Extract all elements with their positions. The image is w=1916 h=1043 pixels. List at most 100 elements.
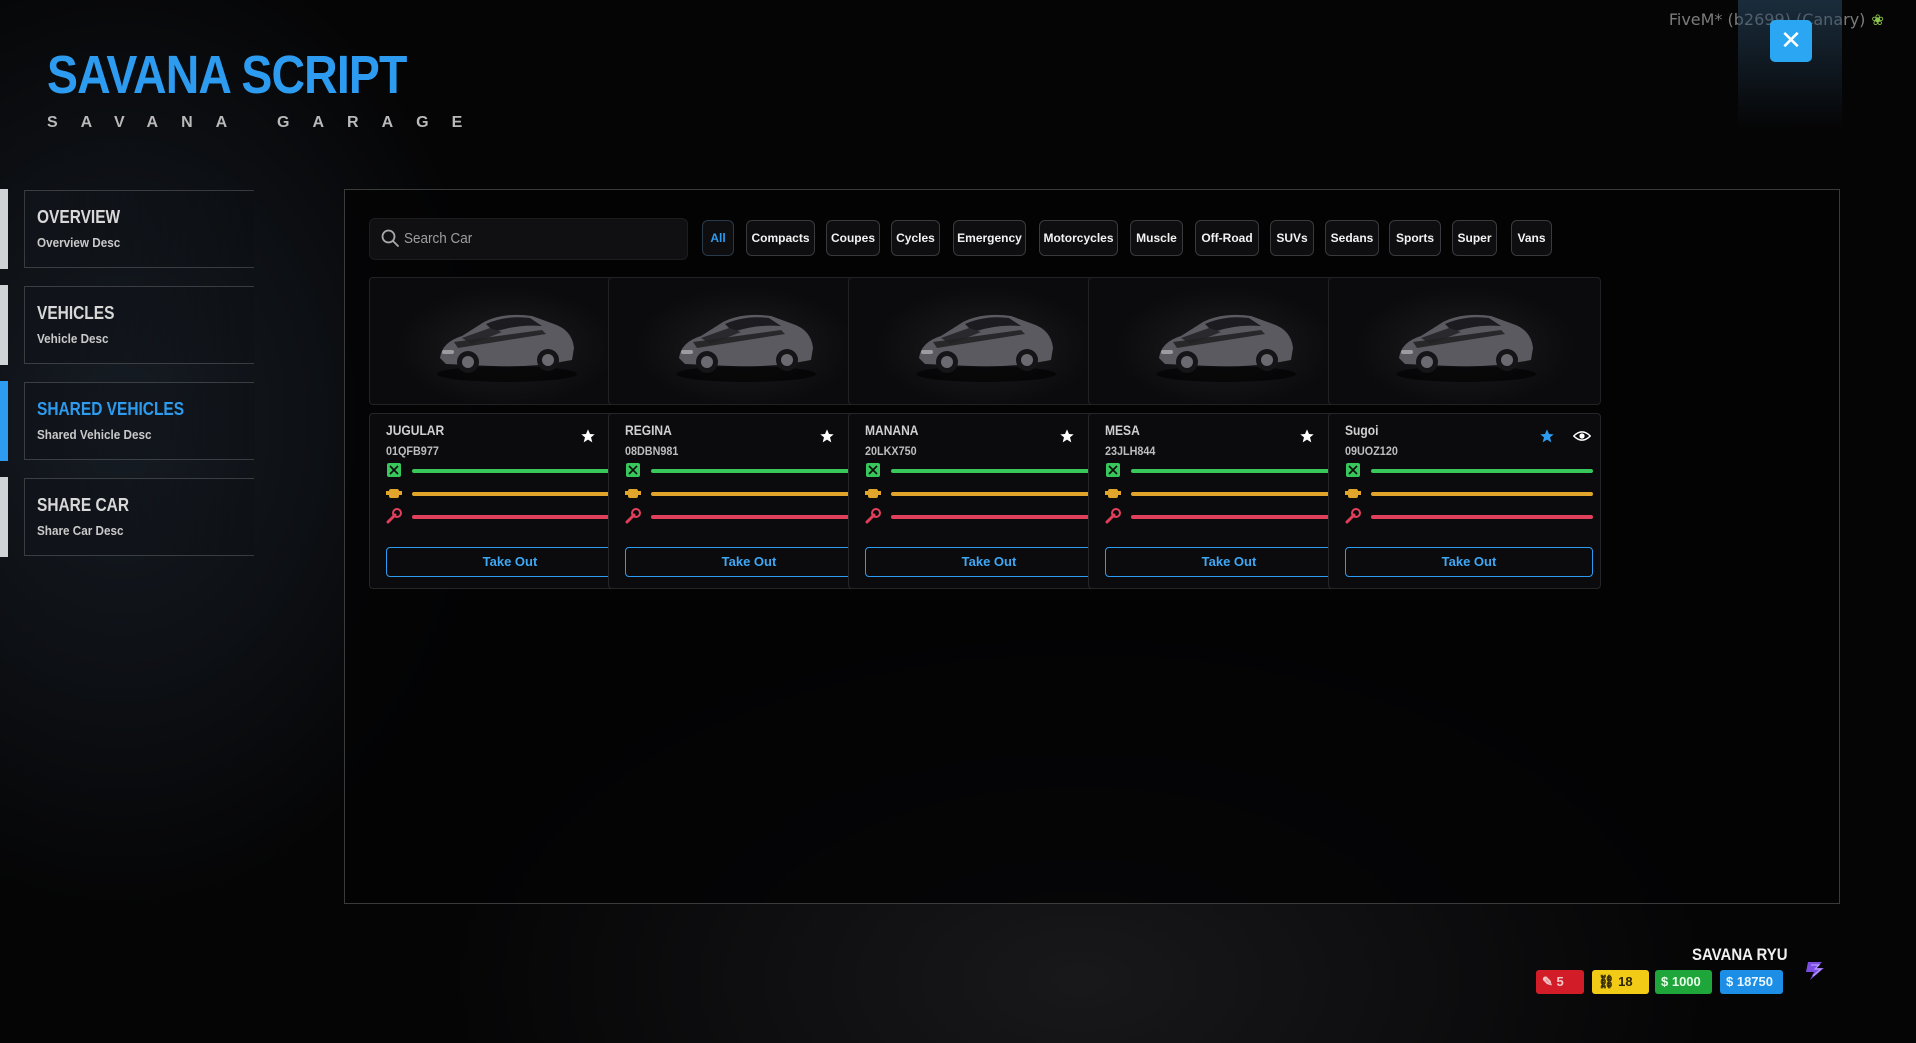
sidebar-item-desc: Overview Desc	[37, 235, 121, 250]
cars-count: 18	[1618, 974, 1633, 989]
cars-badge: ⛓ 18	[1592, 970, 1649, 994]
vehicle-card: REGINA 08DBN981 Take Out	[608, 413, 881, 589]
category-all[interactable]: All	[702, 220, 734, 256]
sidebar-item-title: SHARE CAR	[37, 495, 130, 515]
fuel-bar	[1131, 469, 1353, 473]
vehicle-image-card	[369, 277, 642, 405]
view-eye-icon[interactable]	[1573, 430, 1591, 442]
fuel-bar	[651, 469, 873, 473]
engine-icon	[625, 489, 641, 498]
search-input[interactable]: Search Car	[404, 230, 472, 247]
close-button[interactable]: ✕	[1770, 20, 1812, 62]
vehicle-plate: 23JLH844	[1105, 444, 1156, 458]
favorite-star-icon[interactable]	[1299, 428, 1315, 444]
vehicle-image-card	[1088, 277, 1361, 405]
vehicle-card: JUGULAR 01QFB977 Take Out	[369, 413, 642, 589]
category-vans[interactable]: Vans	[1511, 220, 1552, 256]
fuel-icon	[626, 463, 640, 477]
body-bar	[412, 515, 634, 519]
take-out-button[interactable]: Take Out	[1345, 547, 1593, 577]
engine-bar	[412, 492, 634, 496]
category-motorcycles[interactable]: Motorcycles	[1039, 220, 1118, 256]
engine-bar	[1131, 492, 1353, 496]
wrench-icon	[1105, 508, 1121, 524]
leaf-icon: ❀	[1871, 11, 1884, 29]
vehicle-plate: 08DBN981	[625, 444, 679, 458]
sidebar-item-share-car[interactable]: SHARE CAR Share Car Desc	[24, 478, 254, 556]
car-image	[676, 314, 816, 382]
engine-bar	[1371, 492, 1593, 496]
vehicle-card: MESA 23JLH844 Take Out	[1088, 413, 1361, 589]
engine-bar	[651, 492, 873, 496]
category-off-road[interactable]: Off-Road	[1195, 220, 1259, 256]
vehicle-card: MANANA 20LKX750 Take Out	[848, 413, 1121, 589]
keys-count: 5	[1556, 974, 1564, 989]
cash-amount: $ 1000	[1661, 974, 1701, 989]
sidebar-indicator-vehicles	[0, 285, 8, 365]
sidebar-item-overview[interactable]: OVERVIEW Overview Desc	[24, 190, 254, 268]
car-icon: ⛓	[1598, 974, 1615, 989]
favorite-star-icon[interactable]	[1059, 428, 1075, 444]
fuel-icon	[866, 463, 880, 477]
sidebar-item-desc: Shared Vehicle Desc	[37, 427, 152, 442]
sidebar-item-title: VEHICLES	[37, 303, 115, 323]
category-emergency[interactable]: Emergency	[953, 220, 1026, 256]
wrench-icon	[865, 508, 881, 524]
search-box[interactable]: Search Car	[369, 218, 688, 260]
car-image	[916, 314, 1056, 382]
engine-icon	[1345, 489, 1361, 498]
body-bar	[1131, 515, 1353, 519]
vehicle-name: MANANA	[865, 422, 919, 438]
fuel-bar	[891, 469, 1113, 473]
engine-icon	[1105, 489, 1121, 498]
take-out-button[interactable]: Take Out	[1105, 547, 1353, 577]
take-out-button[interactable]: Take Out	[625, 547, 873, 577]
take-out-button[interactable]: Take Out	[386, 547, 634, 577]
car-image	[1156, 314, 1296, 382]
category-sedans[interactable]: Sedans	[1325, 220, 1379, 256]
engine-bar	[891, 492, 1113, 496]
vehicle-plate: 20LKX750	[865, 444, 917, 458]
close-icon: ✕	[1780, 26, 1802, 56]
wrench-icon	[1345, 508, 1361, 524]
fuel-icon	[1346, 463, 1360, 477]
vehicle-plate: 09UOZ120	[1345, 444, 1398, 458]
sidebar-item-shared-vehicles[interactable]: SHARED VEHICLES Shared Vehicle Desc	[24, 382, 254, 460]
vehicle-image-card	[608, 277, 881, 405]
vehicle-name: JUGULAR	[386, 422, 445, 438]
garage-panel: Search Car All Compacts Coupes Cycles Em…	[344, 189, 1840, 904]
engine-icon	[865, 489, 881, 498]
category-suvs[interactable]: SUVs	[1270, 220, 1314, 256]
favorite-star-icon[interactable]	[819, 428, 835, 444]
favorite-star-icon[interactable]	[1539, 428, 1555, 444]
sidebar-indicator-shared-vehicles	[0, 381, 8, 461]
key-icon: ✎	[1542, 974, 1553, 989]
keys-badge: ✎ 5	[1536, 970, 1584, 994]
sidebar-item-title: SHARED VEHICLES	[37, 399, 185, 419]
car-image	[1396, 314, 1536, 382]
bank-badge: $ 18750	[1720, 970, 1783, 994]
fuel-bar	[412, 469, 634, 473]
sidebar-item-desc: Share Car Desc	[37, 523, 124, 538]
sidebar-item-desc: Vehicle Desc	[37, 331, 109, 346]
category-coupes[interactable]: Coupes	[826, 220, 880, 256]
car-image	[437, 314, 577, 382]
favorite-star-icon[interactable]	[580, 428, 596, 444]
player-name: SAVANA RYU	[1692, 945, 1788, 964]
category-super[interactable]: Super	[1452, 220, 1497, 256]
fuel-icon	[387, 463, 401, 477]
app-subtitle: SAVANA GARAGE	[47, 114, 486, 131]
vehicle-plate: 01QFB977	[386, 444, 439, 458]
wrench-icon	[625, 508, 641, 524]
body-bar	[1371, 515, 1593, 519]
bank-amount: $ 18750	[1726, 974, 1773, 989]
category-compacts[interactable]: Compacts	[746, 220, 815, 256]
search-icon	[381, 229, 399, 247]
body-bar	[651, 515, 873, 519]
category-muscle[interactable]: Muscle	[1130, 220, 1183, 256]
sidebar-item-vehicles[interactable]: VEHICLES Vehicle Desc	[24, 286, 254, 364]
take-out-button[interactable]: Take Out	[865, 547, 1113, 577]
category-sports[interactable]: Sports	[1389, 220, 1441, 256]
vehicle-card: Sugoi 09UOZ120 Take Out	[1328, 413, 1601, 589]
category-cycles[interactable]: Cycles	[891, 220, 940, 256]
